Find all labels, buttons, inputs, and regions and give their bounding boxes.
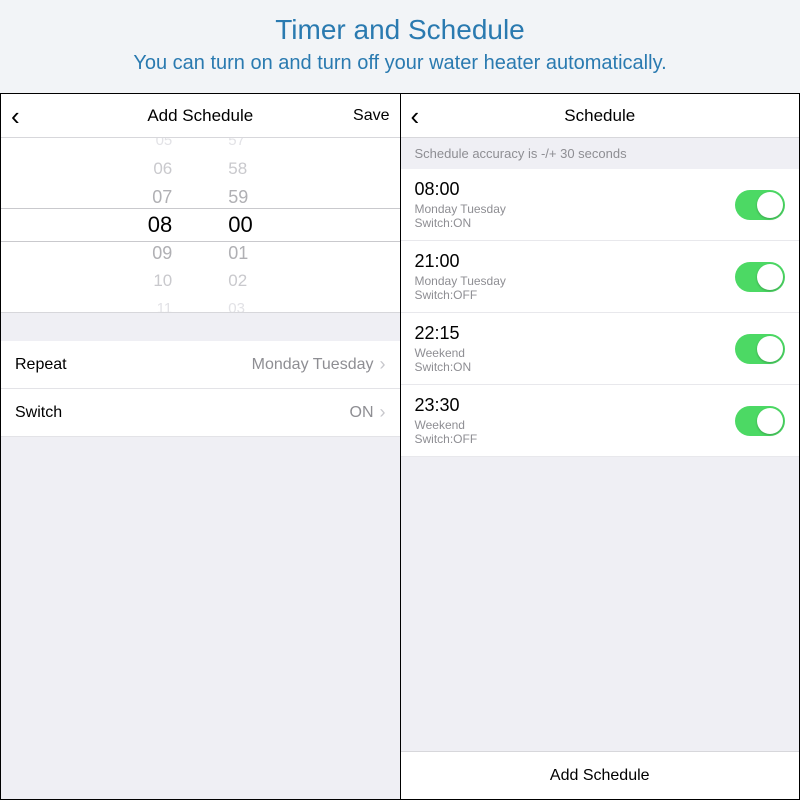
schedule-days: Weekend — [415, 418, 478, 432]
chevron-left-icon: ‹ — [11, 103, 20, 129]
hour-option: 09 — [152, 239, 172, 267]
add-schedule-label: Add Schedule — [550, 767, 650, 785]
schedule-item[interactable]: 22:15 WeekendSwitch:ON — [401, 313, 800, 385]
hour-option: 07 — [152, 183, 172, 211]
minute-option: 03 — [228, 295, 245, 313]
navbar-add: ‹ Add Schedule Save — [1, 94, 400, 138]
toggle-knob — [757, 264, 783, 290]
schedule-time: 21:00 — [415, 251, 506, 272]
schedule-days: Weekend — [415, 346, 472, 360]
add-schedule-button[interactable]: Add Schedule — [401, 751, 800, 799]
schedule-time: 08:00 — [415, 179, 506, 200]
save-button[interactable]: Save — [330, 107, 390, 125]
repeat-label: Repeat — [15, 356, 67, 374]
hour-option: 11 — [157, 295, 173, 313]
schedule-toggle[interactable] — [735, 190, 785, 220]
schedule-switch-state: Switch:ON — [415, 360, 472, 374]
chevron-left-icon: ‹ — [411, 103, 420, 129]
accuracy-note: Schedule accuracy is -/+ 30 seconds — [401, 138, 800, 169]
time-picker[interactable]: 05 06 07 08 09 10 11 57 58 59 00 01 — [1, 138, 400, 313]
toggle-knob — [757, 192, 783, 218]
chevron-right-icon: › — [380, 354, 386, 375]
schedule-item[interactable]: 23:30 WeekendSwitch:OFF — [401, 385, 800, 457]
minute-option: 02 — [228, 267, 247, 295]
minute-option: 59 — [228, 183, 248, 211]
schedule-time: 22:15 — [415, 323, 472, 344]
schedule-toggle[interactable] — [735, 334, 785, 364]
schedule-switch-state: Switch:ON — [415, 216, 506, 230]
minute-option: 57 — [228, 138, 245, 155]
hour-option: 06 — [153, 155, 172, 183]
schedule-days: Monday Tuesday — [415, 274, 506, 288]
schedule-days: Monday Tuesday — [415, 202, 506, 216]
schedule-list: 08:00Monday TuesdaySwitch:ON21:00Monday … — [401, 169, 800, 457]
schedule-time: 23:30 — [415, 395, 478, 416]
chevron-right-icon: › — [380, 402, 386, 423]
hour-selected: 08 — [148, 211, 172, 239]
toggle-knob — [757, 336, 783, 362]
spacer — [1, 313, 400, 341]
banner: Timer and Schedule You can turn on and t… — [0, 0, 800, 93]
back-button[interactable]: ‹ — [411, 103, 471, 129]
empty-area — [1, 437, 400, 799]
schedule-toggle[interactable] — [735, 262, 785, 292]
minute-option: 01 — [228, 239, 248, 267]
schedule-switch-state: Switch:OFF — [415, 432, 478, 446]
banner-subtitle: You can turn on and turn off your water … — [10, 52, 790, 75]
schedule-item[interactable]: 21:00 Monday TuesdaySwitch:OFF — [401, 241, 800, 313]
banner-title: Timer and Schedule — [10, 14, 790, 46]
back-button[interactable]: ‹ — [11, 103, 71, 129]
hour-wheel[interactable]: 05 06 07 08 09 10 11 — [1, 138, 200, 312]
navbar-list: ‹ Schedule — [401, 94, 800, 138]
nav-title: Schedule — [471, 106, 730, 126]
hour-option: 05 — [156, 138, 173, 155]
switch-label: Switch — [15, 404, 62, 422]
hour-option: 10 — [153, 267, 172, 295]
schedule-toggle[interactable] — [735, 406, 785, 436]
empty-area — [401, 457, 800, 751]
minute-wheel[interactable]: 57 58 59 00 01 02 03 — [200, 138, 399, 312]
minute-option: 58 — [228, 155, 247, 183]
nav-title: Add Schedule — [71, 106, 330, 126]
minute-selected: 00 — [228, 211, 252, 239]
screen-schedule-list: ‹ Schedule Schedule accuracy is -/+ 30 s… — [400, 94, 800, 799]
repeat-row[interactable]: Repeat Monday Tuesday › — [1, 341, 400, 389]
switch-value: ON — [350, 404, 374, 422]
repeat-value: Monday Tuesday — [252, 356, 374, 374]
switch-row[interactable]: Switch ON › — [1, 389, 400, 437]
save-label: Save — [353, 107, 389, 125]
schedule-item[interactable]: 08:00 Monday TuesdaySwitch:ON — [401, 169, 800, 241]
screen-add-schedule: ‹ Add Schedule Save 05 06 07 08 09 10 — [1, 94, 400, 799]
toggle-knob — [757, 408, 783, 434]
schedule-switch-state: Switch:OFF — [415, 288, 506, 302]
